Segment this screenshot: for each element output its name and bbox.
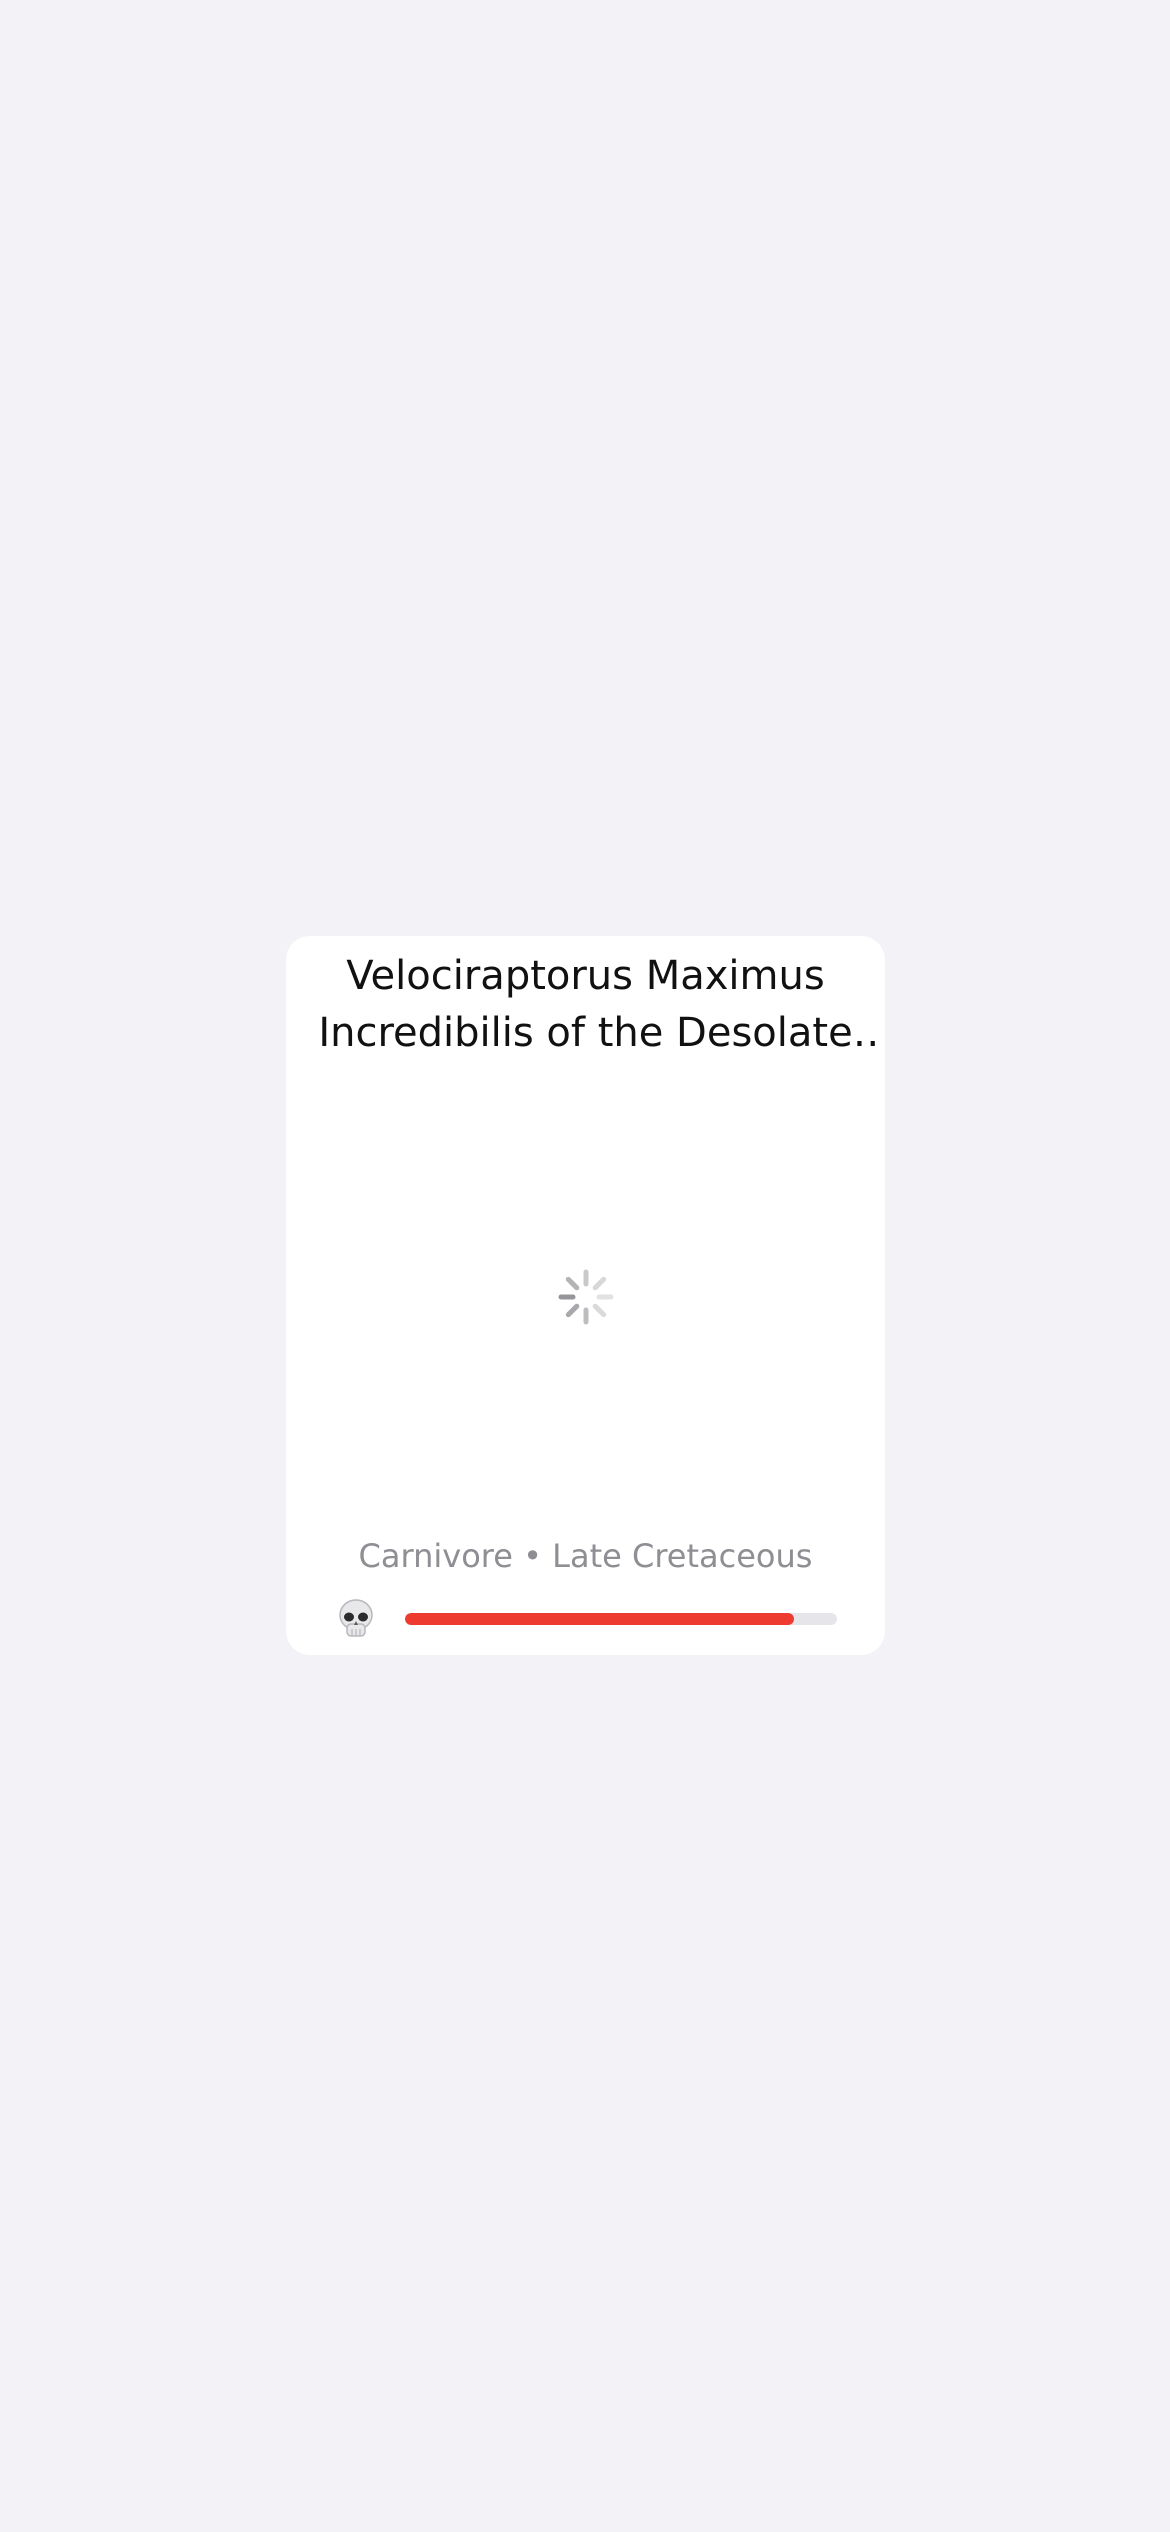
danger-level-bar: [405, 1613, 837, 1625]
danger-level-fill: [405, 1613, 794, 1625]
activity-spinner-icon: [558, 1269, 614, 1325]
diet-period-label: Carnivore • Late Cretaceous: [358, 1537, 813, 1575]
dinosaur-name: Velociraptorus Maximus Incredibilis of t…: [318, 953, 853, 1056]
dinosaur-card[interactable]: Velociraptorus Maximus Incredibilis of t…: [286, 936, 885, 1655]
skull-icon: [339, 1599, 373, 1637]
